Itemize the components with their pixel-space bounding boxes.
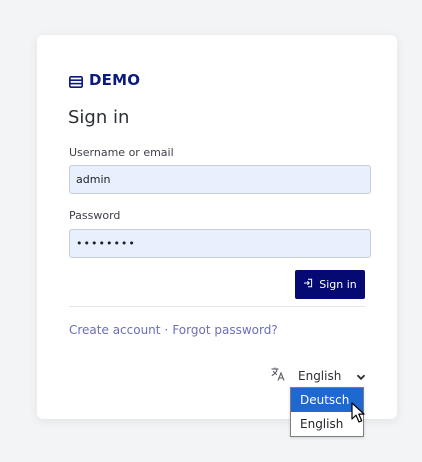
page: DEMO Sign in Username or email Password … xyxy=(0,0,422,462)
brand: DEMO xyxy=(69,70,140,90)
link-separator: · xyxy=(164,323,169,337)
mouse-pointer-icon xyxy=(351,402,365,424)
login-card: DEMO Sign in Username or email Password … xyxy=(37,35,397,419)
forgot-password-link[interactable]: Forgot password? xyxy=(172,323,277,337)
account-links: Create account · Forgot password? xyxy=(69,323,278,337)
password-label: Password xyxy=(69,209,121,222)
chevron-down-icon xyxy=(356,371,366,381)
language-select[interactable]: English xyxy=(298,366,366,386)
password-input[interactable] xyxy=(69,229,371,258)
username-input[interactable] xyxy=(69,165,371,194)
sign-in-button-label: Sign in xyxy=(319,278,357,291)
brand-name: DEMO xyxy=(89,71,141,89)
create-account-link[interactable]: Create account xyxy=(69,323,161,337)
divider xyxy=(69,306,365,307)
language-selected: English xyxy=(298,369,342,383)
translate-icon xyxy=(270,366,286,382)
sign-in-icon xyxy=(303,278,313,291)
username-label: Username or email xyxy=(69,146,174,159)
page-title: Sign in xyxy=(68,107,130,128)
sign-in-button[interactable]: Sign in xyxy=(295,270,365,299)
server-icon xyxy=(69,74,83,88)
